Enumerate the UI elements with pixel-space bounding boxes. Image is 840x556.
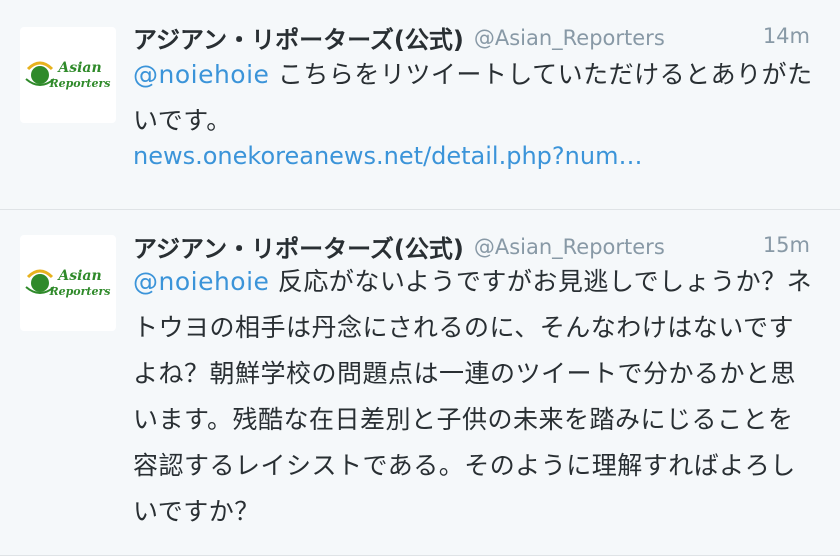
tweet-item[interactable]: Asian Reporters アジアン・リポーターズ(公式) @Asian_Re… — [0, 211, 840, 556]
username[interactable]: @Asian_Reporters — [474, 26, 665, 50]
logo-text-line1: Asian — [56, 268, 101, 284]
asian-reporters-logo-icon: Asian Reporters — [25, 268, 111, 298]
timestamp[interactable]: 14m — [763, 24, 810, 48]
tweet-body: 反応がないようですがお見逃しでしょうか？ネトウヨの相手は丹念にされるのに、そんな… — [133, 267, 813, 526]
logo-text-line2: Reporters — [48, 285, 110, 298]
tweet-text: @noiehoie 反応がないようですがお見逃しでしょうか？ネトウヨの相手は丹念… — [133, 259, 813, 535]
timestamp[interactable]: 15m — [763, 233, 810, 257]
tweet-text: @noiehoie こちらをリツイートしていただけるとありがたいです。 — [133, 52, 813, 144]
mention-link[interactable]: @noiehoie — [133, 267, 269, 296]
asian-reporters-logo-icon: Asian Reporters — [25, 60, 111, 90]
url-link[interactable]: news.onekoreanews.net/detail.php?num… — [133, 142, 642, 170]
tweet-item[interactable]: Asian Reporters アジアン・リポーターズ(公式) @Asian_Re… — [0, 0, 840, 210]
avatar[interactable]: Asian Reporters — [20, 27, 116, 123]
tweet-header: アジアン・リポーターズ(公式) @Asian_Reporters 14m — [133, 20, 810, 54]
fullname[interactable]: アジアン・リポーターズ(公式) — [133, 26, 464, 54]
avatar[interactable]: Asian Reporters — [20, 235, 116, 331]
username[interactable]: @Asian_Reporters — [474, 235, 665, 259]
logo-text-line2: Reporters — [48, 77, 110, 90]
tweet-header: アジアン・リポーターズ(公式) @Asian_Reporters 15m — [133, 229, 810, 263]
mention-link[interactable]: @noiehoie — [133, 60, 269, 89]
logo-text-line1: Asian — [56, 60, 101, 76]
